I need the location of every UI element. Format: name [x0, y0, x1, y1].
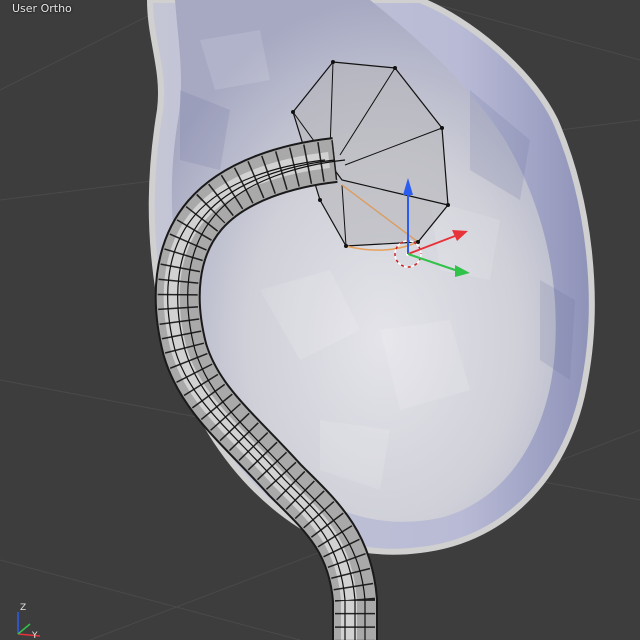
view-mode-label: User Ortho: [12, 2, 72, 15]
scene-canvas[interactable]: [0, 0, 640, 640]
axis-y-label: Y: [31, 631, 38, 640]
3d-viewport[interactable]: User Ortho Z Y: [0, 0, 640, 640]
axis-orientation-widget: Z Y: [17, 603, 41, 640]
axis-y-line: [17, 623, 31, 635]
axis-z-label: Z: [20, 603, 26, 613]
